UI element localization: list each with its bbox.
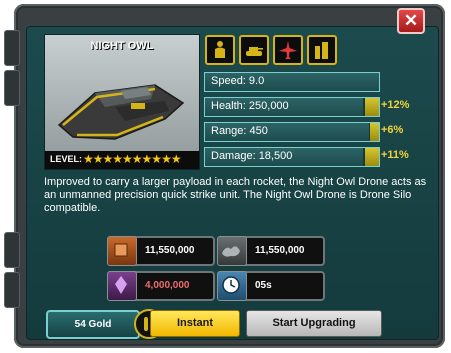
stat-health: Health: 250,000 (204, 97, 380, 117)
instant-button[interactable]: Instant (150, 310, 240, 337)
level-stars: ★★★★★★★★★★ (83, 152, 182, 166)
unit-portrait: NIGHT OWL LEVEL: ★★★★★★★★★★ (44, 34, 200, 170)
unit-name: NIGHT OWL (90, 40, 154, 52)
start-upgrading-button[interactable]: Start Upgrading (246, 310, 382, 337)
crystal-icon (107, 271, 137, 301)
cost-metal: 11,550,000 (107, 236, 215, 266)
frame-bolt (4, 30, 20, 66)
frame-bolt (4, 272, 20, 308)
stat-bonus-bar (370, 123, 379, 141)
cost-time: 05s (217, 271, 325, 301)
infantry-icon (205, 35, 235, 65)
cost-metal-value: 11,550,000 (145, 245, 195, 256)
stat-damage: Damage: 18,500 (204, 147, 380, 167)
gold-cost-button[interactable]: 54 Gold (46, 310, 140, 339)
level-label: LEVEL: (50, 154, 83, 164)
stat-range-label: Range: 450 (211, 125, 268, 137)
oil-icon (217, 236, 247, 266)
stat-speed: Speed: 9.0 (204, 72, 380, 92)
frame-bolt (4, 70, 20, 106)
stat-range: Range: 450 (204, 122, 380, 142)
close-button[interactable]: ✕ (397, 8, 425, 34)
tank-icon (239, 35, 269, 65)
cost-crystal-value: 4,000,000 (145, 280, 190, 291)
unit-description: Improved to carry a larger payload in ea… (44, 176, 427, 214)
stat-health-bonus: +12% (381, 99, 410, 111)
level-strip: LEVEL: ★★★★★★★★★★ (45, 151, 199, 169)
stat-bonus-bar (365, 98, 379, 116)
close-icon: ✕ (403, 11, 419, 30)
metal-icon (107, 236, 137, 266)
stat-bonus-bar (365, 148, 379, 166)
stat-damage-bonus: +11% (381, 149, 409, 161)
cost-crystal: 4,000,000 (107, 271, 215, 301)
clock-icon (217, 271, 247, 301)
stat-range-bonus: +6% (381, 124, 404, 136)
aircraft-icon (273, 35, 303, 65)
drone-image (57, 84, 185, 140)
frame-bolt (4, 232, 20, 268)
stat-health-label: Health: 250,000 (211, 100, 289, 112)
cost-time-value: 05s (255, 280, 272, 291)
cost-oil-value: 11,550,000 (255, 245, 305, 256)
stat-speed-label: Speed: 9.0 (211, 75, 265, 87)
cost-oil: 11,550,000 (217, 236, 325, 266)
stat-damage-label: Damage: 18,500 (211, 150, 293, 162)
building-icon (307, 35, 337, 65)
